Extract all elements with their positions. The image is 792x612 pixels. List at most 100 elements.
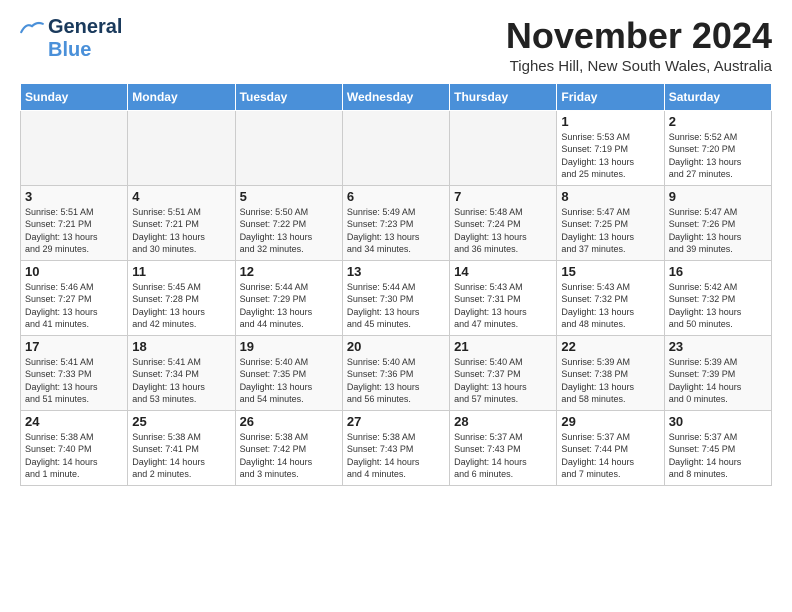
day-number: 25 — [132, 414, 230, 429]
day-number: 4 — [132, 189, 230, 204]
day-info: Sunrise: 5:47 AM Sunset: 7:25 PM Dayligh… — [561, 206, 659, 256]
day-info: Sunrise: 5:43 AM Sunset: 7:31 PM Dayligh… — [454, 281, 552, 331]
day-number: 10 — [25, 264, 123, 279]
day-number: 9 — [669, 189, 767, 204]
day-info: Sunrise: 5:42 AM Sunset: 7:32 PM Dayligh… — [669, 281, 767, 331]
day-info: Sunrise: 5:39 AM Sunset: 7:38 PM Dayligh… — [561, 356, 659, 406]
calendar-cell: 6 Sunrise: 5:49 AM Sunset: 7:23 PM Daylig… — [342, 185, 449, 260]
calendar-cell: 1 Sunrise: 5:53 AM Sunset: 7:19 PM Daylig… — [557, 110, 664, 185]
day-info: Sunrise: 5:46 AM Sunset: 7:27 PM Dayligh… — [25, 281, 123, 331]
day-number: 1 — [561, 114, 659, 129]
day-info: Sunrise: 5:43 AM Sunset: 7:32 PM Dayligh… — [561, 281, 659, 331]
day-number: 21 — [454, 339, 552, 354]
day-info: Sunrise: 5:37 AM Sunset: 7:45 PM Dayligh… — [669, 431, 767, 481]
calendar-cell: 20 Sunrise: 5:40 AM Sunset: 7:36 PM Dayli… — [342, 335, 449, 410]
calendar-cell — [342, 110, 449, 185]
day-number: 27 — [347, 414, 445, 429]
calendar-cell: 29 Sunrise: 5:37 AM Sunset: 7:44 PM Dayli… — [557, 410, 664, 485]
day-number: 29 — [561, 414, 659, 429]
day-info: Sunrise: 5:38 AM Sunset: 7:40 PM Dayligh… — [25, 431, 123, 481]
day-info: Sunrise: 5:38 AM Sunset: 7:42 PM Dayligh… — [240, 431, 338, 481]
calendar-cell: 28 Sunrise: 5:37 AM Sunset: 7:43 PM Dayli… — [450, 410, 557, 485]
day-number: 23 — [669, 339, 767, 354]
calendar-table: SundayMondayTuesdayWednesdayThursdayFrid… — [20, 83, 772, 486]
calendar-header-thursday: Thursday — [450, 83, 557, 110]
day-info: Sunrise: 5:37 AM Sunset: 7:43 PM Dayligh… — [454, 431, 552, 481]
day-info: Sunrise: 5:38 AM Sunset: 7:41 PM Dayligh… — [132, 431, 230, 481]
calendar-cell: 22 Sunrise: 5:39 AM Sunset: 7:38 PM Dayli… — [557, 335, 664, 410]
calendar-cell — [128, 110, 235, 185]
calendar-cell: 27 Sunrise: 5:38 AM Sunset: 7:43 PM Dayli… — [342, 410, 449, 485]
calendar-week-row: 24 Sunrise: 5:38 AM Sunset: 7:40 PM Dayli… — [21, 410, 772, 485]
day-info: Sunrise: 5:44 AM Sunset: 7:29 PM Dayligh… — [240, 281, 338, 331]
day-number: 22 — [561, 339, 659, 354]
calendar-cell — [235, 110, 342, 185]
day-info: Sunrise: 5:40 AM Sunset: 7:36 PM Dayligh… — [347, 356, 445, 406]
calendar-cell: 17Sunrise: 5:41 AM Sunset: 7:33 PM Dayli… — [21, 335, 128, 410]
day-info: Sunrise: 5:49 AM Sunset: 7:23 PM Dayligh… — [347, 206, 445, 256]
calendar-header-tuesday: Tuesday — [235, 83, 342, 110]
calendar-cell: 24 Sunrise: 5:38 AM Sunset: 7:40 PM Dayli… — [21, 410, 128, 485]
calendar-cell: 3Sunrise: 5:51 AM Sunset: 7:21 PM Daylig… — [21, 185, 128, 260]
day-info: Sunrise: 5:48 AM Sunset: 7:24 PM Dayligh… — [454, 206, 552, 256]
day-number: 16 — [669, 264, 767, 279]
calendar-week-row: 17Sunrise: 5:41 AM Sunset: 7:33 PM Dayli… — [21, 335, 772, 410]
calendar-cell: 9 Sunrise: 5:47 AM Sunset: 7:26 PM Daylig… — [664, 185, 771, 260]
calendar-header-sunday: Sunday — [21, 83, 128, 110]
day-number: 30 — [669, 414, 767, 429]
calendar-cell — [21, 110, 128, 185]
day-number: 2 — [669, 114, 767, 129]
day-number: 18 — [132, 339, 230, 354]
logo: General Blue — [20, 16, 122, 62]
logo-blue: Blue — [48, 39, 91, 62]
day-number: 3 — [25, 189, 123, 204]
day-number: 11 — [132, 264, 230, 279]
day-info: Sunrise: 5:51 AM Sunset: 7:21 PM Dayligh… — [132, 206, 230, 256]
calendar-cell: 18 Sunrise: 5:41 AM Sunset: 7:34 PM Dayli… — [128, 335, 235, 410]
day-number: 20 — [347, 339, 445, 354]
calendar-cell: 2 Sunrise: 5:52 AM Sunset: 7:20 PM Daylig… — [664, 110, 771, 185]
calendar-cell: 23Sunrise: 5:39 AM Sunset: 7:39 PM Dayli… — [664, 335, 771, 410]
calendar-cell: 30 Sunrise: 5:37 AM Sunset: 7:45 PM Dayli… — [664, 410, 771, 485]
day-number: 6 — [347, 189, 445, 204]
calendar-cell: 26Sunrise: 5:38 AM Sunset: 7:42 PM Dayli… — [235, 410, 342, 485]
calendar-cell: 8 Sunrise: 5:47 AM Sunset: 7:25 PM Daylig… — [557, 185, 664, 260]
day-info: Sunrise: 5:45 AM Sunset: 7:28 PM Dayligh… — [132, 281, 230, 331]
day-number: 8 — [561, 189, 659, 204]
calendar-header-friday: Friday — [557, 83, 664, 110]
day-info: Sunrise: 5:41 AM Sunset: 7:34 PM Dayligh… — [132, 356, 230, 406]
logo-general: General — [48, 16, 122, 39]
calendar-cell: 11 Sunrise: 5:45 AM Sunset: 7:28 PM Dayli… — [128, 260, 235, 335]
calendar-cell: 7 Sunrise: 5:48 AM Sunset: 7:24 PM Daylig… — [450, 185, 557, 260]
day-info: Sunrise: 5:44 AM Sunset: 7:30 PM Dayligh… — [347, 281, 445, 331]
calendar-cell: 15Sunrise: 5:43 AM Sunset: 7:32 PM Dayli… — [557, 260, 664, 335]
day-info: Sunrise: 5:40 AM Sunset: 7:35 PM Dayligh… — [240, 356, 338, 406]
day-info: Sunrise: 5:40 AM Sunset: 7:37 PM Dayligh… — [454, 356, 552, 406]
calendar-cell: 14Sunrise: 5:43 AM Sunset: 7:31 PM Dayli… — [450, 260, 557, 335]
title-block: November 2024 Tighes Hill, New South Wal… — [506, 16, 772, 75]
calendar-cell: 21 Sunrise: 5:40 AM Sunset: 7:37 PM Dayli… — [450, 335, 557, 410]
day-info: Sunrise: 5:53 AM Sunset: 7:19 PM Dayligh… — [561, 131, 659, 181]
calendar-cell: 12Sunrise: 5:44 AM Sunset: 7:29 PM Dayli… — [235, 260, 342, 335]
calendar-cell: 16 Sunrise: 5:42 AM Sunset: 7:32 PM Dayli… — [664, 260, 771, 335]
location: Tighes Hill, New South Wales, Australia — [506, 58, 772, 75]
day-info: Sunrise: 5:50 AM Sunset: 7:22 PM Dayligh… — [240, 206, 338, 256]
day-info: Sunrise: 5:47 AM Sunset: 7:26 PM Dayligh… — [669, 206, 767, 256]
day-info: Sunrise: 5:52 AM Sunset: 7:20 PM Dayligh… — [669, 131, 767, 181]
day-number: 28 — [454, 414, 552, 429]
calendar-cell — [450, 110, 557, 185]
day-number: 5 — [240, 189, 338, 204]
calendar-header-row: SundayMondayTuesdayWednesdayThursdayFrid… — [21, 83, 772, 110]
day-number: 7 — [454, 189, 552, 204]
calendar-cell: 13Sunrise: 5:44 AM Sunset: 7:30 PM Dayli… — [342, 260, 449, 335]
calendar-header-monday: Monday — [128, 83, 235, 110]
calendar-cell: 25 Sunrise: 5:38 AM Sunset: 7:41 PM Dayli… — [128, 410, 235, 485]
day-number: 24 — [25, 414, 123, 429]
calendar-cell: 19Sunrise: 5:40 AM Sunset: 7:35 PM Dayli… — [235, 335, 342, 410]
calendar-header-wednesday: Wednesday — [342, 83, 449, 110]
day-info: Sunrise: 5:41 AM Sunset: 7:33 PM Dayligh… — [25, 356, 123, 406]
calendar-cell: 4 Sunrise: 5:51 AM Sunset: 7:21 PM Daylig… — [128, 185, 235, 260]
calendar-week-row: 10 Sunrise: 5:46 AM Sunset: 7:27 PM Dayli… — [21, 260, 772, 335]
day-info: Sunrise: 5:38 AM Sunset: 7:43 PM Dayligh… — [347, 431, 445, 481]
day-info: Sunrise: 5:37 AM Sunset: 7:44 PM Dayligh… — [561, 431, 659, 481]
